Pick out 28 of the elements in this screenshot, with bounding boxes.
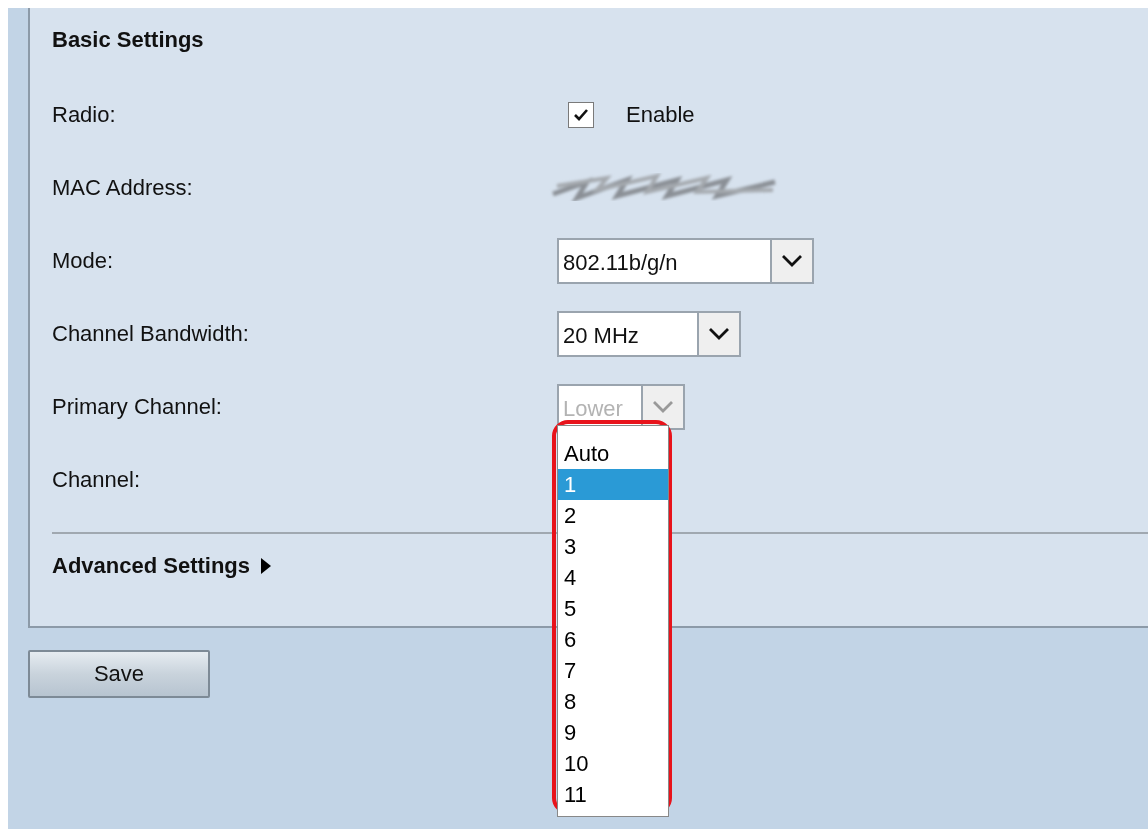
field-label: Channel Bandwidth: [52,320,250,347]
check-icon [573,107,589,122]
field-label: Radio: [52,101,117,128]
chevron-down-icon [708,326,730,341]
chevron-down-icon [781,253,803,268]
dropdown-option[interactable]: 3 [558,530,668,562]
dropdown-option[interactable]: 6 [558,623,668,655]
dropdown-option[interactable]: 8 [558,685,668,717]
dropdown-option[interactable]: 11 [558,778,668,810]
dropdown-option[interactable]: Auto [558,437,668,469]
save-button[interactable]: Save [28,650,210,698]
checkbox-label: Enable [626,101,695,128]
checkbox[interactable] [568,101,594,128]
chevron-down-icon [652,399,674,414]
field-label: Mode: [52,247,115,274]
field-label: Primary Channel: [52,393,223,420]
dropdown[interactable]: 802.11b/g/n [557,237,814,284]
field-label: MAC Address: [52,174,194,201]
section-heading: Basic Settings [52,26,205,54]
field-label: Channel: [52,466,142,493]
section-link[interactable]: Advanced Settings [52,553,251,579]
dropdown[interactable]: 20 MHz [557,310,741,357]
dropdown-option[interactable]: 4 [558,561,668,593]
dropdown-option[interactable]: 9 [558,716,668,748]
dropdown-option[interactable]: 2 [558,499,668,531]
dropdown-option[interactable]: 5 [558,592,668,624]
dropdown-option[interactable]: 7 [558,654,668,686]
dropdown-option[interactable]: 10 [558,747,668,779]
